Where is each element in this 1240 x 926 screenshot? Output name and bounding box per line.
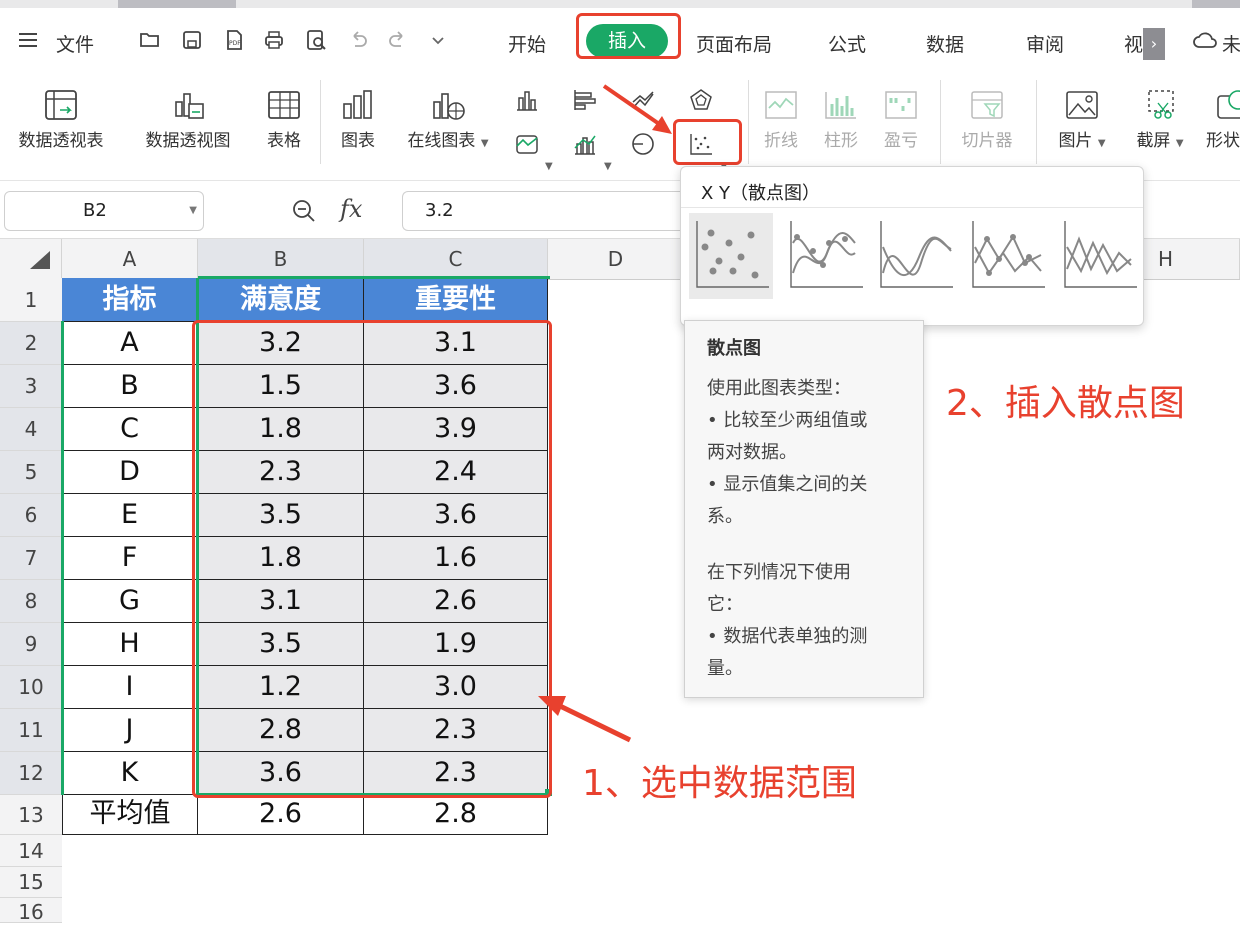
scatter-smooth-markers-thumbnail-icon (790, 221, 863, 288)
tooltip-line: 使用此图表类型： (707, 378, 851, 399)
scatter-straight-markers-thumbnail-icon (972, 221, 1045, 288)
annotation-step2: 2、插入散点图 (946, 383, 1185, 424)
tooltip-line: 两对数据。 (707, 442, 797, 463)
tooltip-line: 在下列情况下使用 (707, 562, 851, 583)
tooltip-line: 量。 (707, 658, 743, 679)
scatter-chart-dropdown: X Y（散点图） (680, 166, 1144, 326)
scatter-markers-option[interactable] (689, 213, 773, 299)
tooltip-title: 散点图 (707, 338, 761, 359)
scatter-straight-lines-option[interactable] (1057, 213, 1141, 299)
scatter-markers-thumbnail-icon (696, 221, 769, 288)
scatter-dropdown-title: X Y（散点图） (701, 183, 821, 204)
scatter-smooth-lines-option[interactable] (873, 213, 957, 299)
scatter-straight-lines-thumbnail-icon (1064, 221, 1137, 288)
annotation-step1: 1、选中数据范围 (582, 763, 857, 804)
tooltip-line: 系。 (707, 506, 743, 527)
scatter-tooltip: 散点图 使用此图表类型： • 比较至少两组值或 两对数据。 • 显示值集之间的关… (684, 320, 924, 698)
tooltip-line: 它： (707, 594, 743, 615)
scatter-smooth-lines-thumbnail-icon (880, 221, 953, 288)
scatter-smooth-markers-option[interactable] (783, 213, 867, 299)
tooltip-line: • 比较至少两组值或 (707, 410, 868, 431)
tooltip-line: • 数据代表单独的测 (707, 626, 868, 647)
dropdown-divider (681, 207, 1143, 208)
tooltip-line: • 显示值集之间的关 (707, 474, 868, 495)
scatter-straight-markers-option[interactable] (965, 213, 1049, 299)
